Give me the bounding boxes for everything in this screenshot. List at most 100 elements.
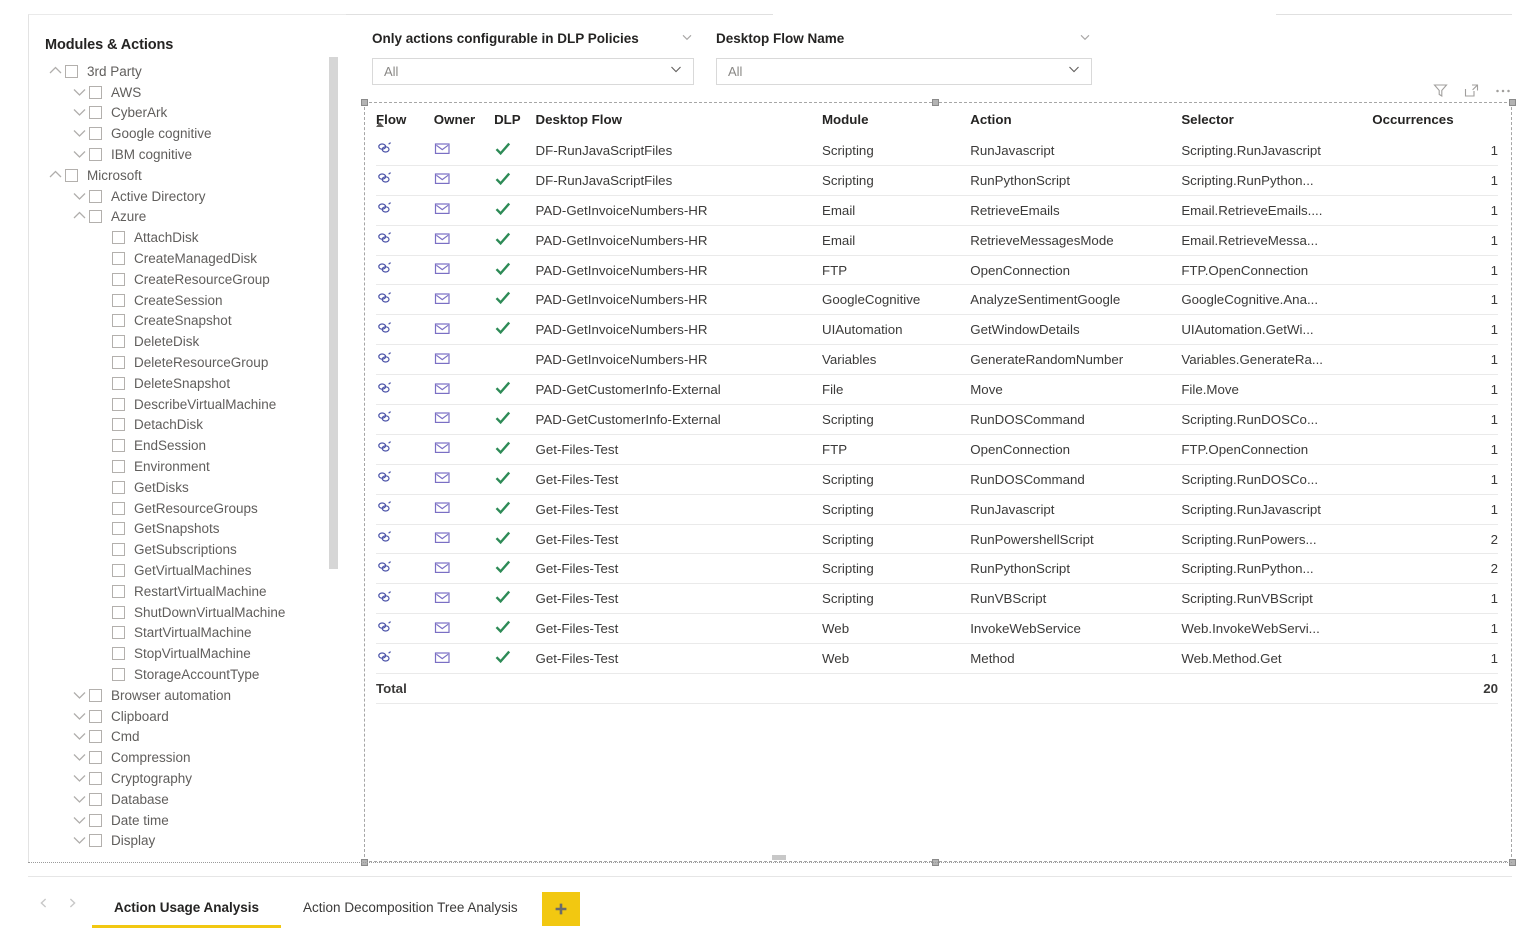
add-page-button[interactable] <box>541 892 580 926</box>
table-row[interactable]: PAD-GetInvoiceNumbers-HR GoogleCognitive A… <box>376 284 1498 316</box>
tree-item[interactable]: CyberArk <box>29 103 346 124</box>
column-header-module[interactable]: Module <box>822 112 970 136</box>
table-row[interactable]: PAD-GetInvoiceNumbers-HR UIAutomation GetW… <box>376 314 1498 346</box>
tree-item-checkbox[interactable] <box>112 647 125 661</box>
tree-item[interactable]: Database <box>29 789 346 810</box>
table-row[interactable]: Get-Files-Test Scripting RunJavascript Scri… <box>376 494 1498 525</box>
tree-item[interactable]: Date time <box>29 810 346 831</box>
tree-item[interactable]: StorageAccountType <box>29 664 346 685</box>
tree-item-checkbox[interactable] <box>112 584 125 598</box>
cell-flow-icon[interactable] <box>376 464 434 495</box>
cell-owner-icon[interactable] <box>433 583 495 615</box>
tree-item-checkbox[interactable] <box>89 127 102 141</box>
table-horizontal-scrollbar[interactable] <box>368 855 1508 860</box>
cell-flow-icon[interactable] <box>376 314 434 346</box>
chevron-left-icon[interactable] <box>38 896 50 914</box>
tree-item[interactable]: Clipboard <box>29 706 346 727</box>
tree-item[interactable]: DeleteResourceGroup <box>29 352 346 373</box>
tree-item-checkbox[interactable] <box>89 751 102 765</box>
cell-flow-icon[interactable] <box>376 643 434 675</box>
cell-flow-icon[interactable] <box>376 195 434 226</box>
tree-item-checkbox[interactable] <box>112 626 125 640</box>
cell-owner-icon[interactable] <box>433 404 495 435</box>
tree-item-checkbox[interactable] <box>112 376 125 390</box>
column-header-desktop-flow[interactable]: Desktop Flow <box>536 112 822 136</box>
cell-owner-icon[interactable] <box>433 136 495 166</box>
tree-item[interactable]: DetachDisk <box>29 415 346 436</box>
cell-owner-icon[interactable] <box>433 613 495 645</box>
table-row[interactable]: DF-RunJavaScriptFiles Scripting RunPythonS… <box>376 165 1498 196</box>
tree-item-checkbox[interactable] <box>89 189 102 203</box>
tree-item[interactable]: DeleteSnapshot <box>29 373 346 394</box>
tree-scroll-area[interactable]: 3rd Party AWS CyberArk Google cognitive IBM … <box>29 61 346 861</box>
tree-item-checkbox[interactable] <box>112 564 125 578</box>
tree-item[interactable]: CreateManagedDisk <box>29 248 346 269</box>
tree-item-checkbox[interactable] <box>65 168 78 182</box>
slicer-dlp-dropdown[interactable]: All <box>372 58 694 85</box>
tree-item[interactable]: Microsoft <box>29 165 346 186</box>
column-header-occurrences[interactable]: Occurrences <box>1372 112 1498 136</box>
tree-item[interactable]: Active Directory <box>29 186 346 207</box>
tree-item[interactable]: EndSession <box>29 435 346 456</box>
cell-owner-icon[interactable] <box>433 255 495 286</box>
tree-item-checkbox[interactable] <box>112 460 125 474</box>
chevron-up-icon[interactable] <box>70 207 89 226</box>
tree-item-checkbox[interactable] <box>112 522 125 536</box>
tree-item-checkbox[interactable] <box>89 210 102 224</box>
cell-owner-icon[interactable] <box>433 553 495 585</box>
tree-item-checkbox[interactable] <box>89 792 102 806</box>
cell-flow-icon[interactable] <box>376 225 434 256</box>
column-header-dlp[interactable]: DLP <box>494 112 535 136</box>
cell-flow-icon[interactable] <box>376 374 434 406</box>
tree-item-checkbox[interactable] <box>112 314 125 328</box>
tree-item-checkbox[interactable] <box>112 543 125 557</box>
tree-item-checkbox[interactable] <box>112 335 125 349</box>
chevron-right-icon[interactable] <box>66 896 78 914</box>
tree-item[interactable]: Display <box>29 830 346 851</box>
chevron-down-icon[interactable] <box>70 790 89 809</box>
tree-item[interactable]: Cmd <box>29 727 346 748</box>
chevron-down-icon[interactable] <box>1078 30 1092 47</box>
chevron-down-icon[interactable] <box>70 145 89 164</box>
tree-item[interactable]: ShutDownVirtualMachine <box>29 602 346 623</box>
table-row[interactable]: PAD-GetInvoiceNumbers-HR Email RetrieveMes… <box>376 225 1498 256</box>
tree-item-checkbox[interactable] <box>112 231 125 245</box>
cell-flow-icon[interactable] <box>376 165 434 196</box>
chevron-down-icon[interactable] <box>70 748 89 767</box>
tree-item[interactable]: GetSubscriptions <box>29 539 346 560</box>
chevron-down-icon[interactable] <box>70 811 89 830</box>
tree-scrollbar-thumb[interactable] <box>329 57 338 569</box>
tree-item-checkbox[interactable] <box>112 272 125 286</box>
tree-vertical-scrollbar[interactable] <box>329 57 338 857</box>
tree-item-checkbox[interactable] <box>112 293 125 307</box>
cell-flow-icon[interactable] <box>376 553 434 585</box>
tree-item-checkbox[interactable] <box>112 418 125 432</box>
focus-mode-icon[interactable] <box>1463 82 1480 104</box>
cell-owner-icon[interactable] <box>433 434 495 465</box>
tree-item[interactable]: Environment <box>29 456 346 477</box>
tree-item-checkbox[interactable] <box>89 85 102 99</box>
tree-item[interactable]: DeleteDisk <box>29 331 346 352</box>
tree-item[interactable]: 3rd Party <box>29 61 346 82</box>
tree-item[interactable]: RestartVirtualMachine <box>29 581 346 602</box>
chevron-down-icon[interactable] <box>680 30 694 47</box>
cell-owner-icon[interactable] <box>433 643 495 675</box>
tree-item-checkbox[interactable] <box>89 106 102 120</box>
chevron-down-icon[interactable] <box>70 187 89 206</box>
slicer-dlp-configurable[interactable]: Only actions configurable in DLP Policie… <box>372 30 694 85</box>
table-row[interactable]: PAD-GetCustomerInfo-External Scripting Run… <box>376 404 1498 435</box>
cell-flow-icon[interactable] <box>376 344 434 376</box>
table-row[interactable]: PAD-GetInvoiceNumbers-HR Email RetrieveEma… <box>376 195 1498 226</box>
slicer-flow-dropdown[interactable]: All <box>716 58 1092 85</box>
chevron-down-icon[interactable] <box>70 124 89 143</box>
cell-owner-icon[interactable] <box>433 374 495 406</box>
chevron-down-icon[interactable] <box>1066 61 1082 82</box>
tree-item-checkbox[interactable] <box>112 668 125 681</box>
page-tab[interactable]: Action Decomposition Tree Analysis <box>281 890 540 928</box>
cell-owner-icon[interactable] <box>433 195 495 226</box>
table-row[interactable]: Get-Files-Test FTP OpenConnection FTP.OpenC… <box>376 434 1498 465</box>
slicer-desktop-flow-name[interactable]: Desktop Flow Name All <box>716 30 1092 85</box>
table-row[interactable]: DF-RunJavaScriptFiles Scripting RunJavascr… <box>376 136 1498 166</box>
column-header-owner[interactable]: Owner <box>434 112 494 136</box>
chevron-down-icon[interactable] <box>70 707 89 726</box>
